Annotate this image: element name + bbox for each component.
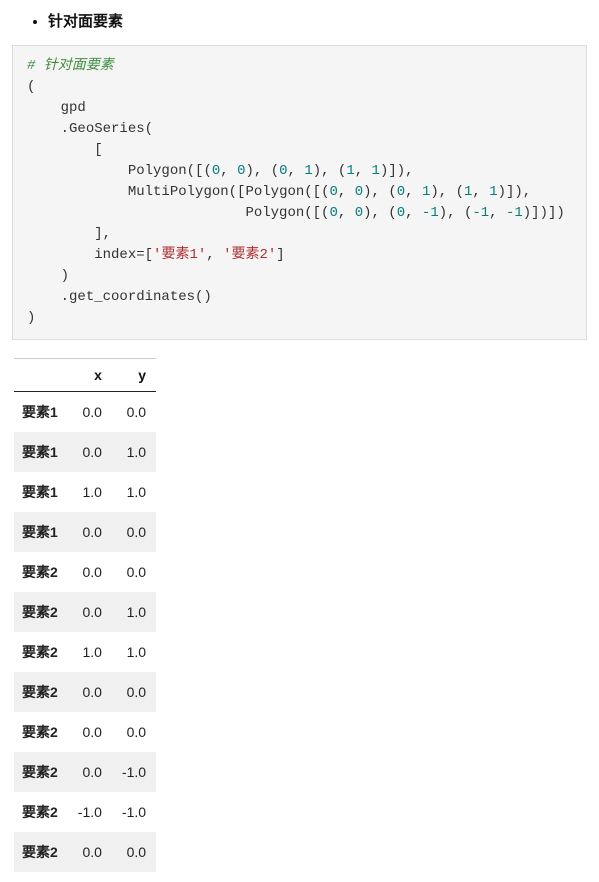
table-cell-y: 0.0: [112, 552, 156, 592]
code-num: -1: [472, 205, 489, 221]
code-num: 0: [330, 184, 338, 200]
table-cell-y: 0.0: [112, 392, 156, 433]
table-cell-index: 要素2: [14, 832, 68, 872]
table-cell-x: 0.0: [68, 392, 112, 433]
code-num: 0: [355, 205, 363, 221]
output-table: x y 要素10.00.0要素10.01.0要素11.01.0要素10.00.0…: [14, 358, 156, 872]
table-row: 要素20.00.0: [14, 672, 156, 712]
table-row: 要素10.00.0: [14, 512, 156, 552]
table-cell-index: 要素2: [14, 552, 68, 592]
table-header-index: [14, 359, 68, 392]
code-num: 1: [422, 184, 430, 200]
table-cell-y: 1.0: [112, 592, 156, 632]
table-row: 要素21.01.0: [14, 632, 156, 672]
code-num: -1: [422, 205, 439, 221]
code-block: # 针对面要素 ( gpd .GeoSeries( [ Polygon([(0,…: [12, 45, 587, 340]
code-num: -1: [506, 205, 523, 221]
table-header-y: y: [112, 359, 156, 392]
table-cell-x: -1.0: [68, 792, 112, 832]
table-cell-index: 要素2: [14, 752, 68, 792]
table-cell-x: 0.0: [68, 512, 112, 552]
table-header-x: x: [68, 359, 112, 392]
code-num: 0: [212, 163, 220, 179]
code-token-polygon: Polygon: [245, 184, 304, 200]
code-num: 1: [346, 163, 354, 179]
table-cell-x: 0.0: [68, 592, 112, 632]
code-num: 1: [464, 184, 472, 200]
code-num: 0: [329, 205, 337, 221]
table-header-row: x y: [14, 359, 156, 392]
code-comment: # 针对面要素: [27, 58, 114, 74]
table-cell-x: 1.0: [68, 632, 112, 672]
code-num: 1: [304, 163, 312, 179]
table-row: 要素2-1.0-1.0: [14, 792, 156, 832]
code-str: '要素1': [153, 247, 206, 263]
table-cell-index: 要素1: [14, 512, 68, 552]
code-token-polygon: Polygon: [128, 163, 187, 179]
table-cell-x: 0.0: [68, 432, 112, 472]
table-cell-x: 0.0: [68, 832, 112, 872]
table-body: 要素10.00.0要素10.01.0要素11.01.0要素10.00.0要素20…: [14, 392, 156, 873]
table-cell-y: -1.0: [112, 752, 156, 792]
table-cell-index: 要素2: [14, 792, 68, 832]
code-num: 0: [397, 184, 405, 200]
table-cell-x: 0.0: [68, 672, 112, 712]
table-cell-y: 0.0: [112, 512, 156, 552]
table-cell-y: 0.0: [112, 712, 156, 752]
code-num: 1: [489, 184, 497, 200]
code-num: 0: [237, 163, 245, 179]
table-cell-x: 1.0: [68, 472, 112, 512]
table-cell-index: 要素2: [14, 592, 68, 632]
table-cell-index: 要素2: [14, 632, 68, 672]
table-cell-x: 0.0: [68, 712, 112, 752]
code-num: 0: [355, 184, 363, 200]
code-token-gpd: gpd: [61, 100, 86, 116]
table-cell-y: 0.0: [112, 832, 156, 872]
code-token-getcoords: .get_coordinates(): [61, 289, 212, 305]
table-row: 要素10.01.0: [14, 432, 156, 472]
table-cell-y: 1.0: [112, 632, 156, 672]
code-token-geoseries: .GeoSeries(: [61, 121, 153, 137]
table-cell-x: 0.0: [68, 552, 112, 592]
code-token-multipolygon: MultiPolygon: [128, 184, 229, 200]
table-cell-index: 要素1: [14, 472, 68, 512]
table-row: 要素20.00.0: [14, 552, 156, 592]
code-token-polygon: Polygon: [245, 205, 304, 221]
table-row: 要素20.00.0: [14, 832, 156, 872]
table-cell-y: 1.0: [112, 432, 156, 472]
bullet-item: 针对面要素: [48, 10, 587, 31]
bullet-list: 针对面要素: [12, 10, 587, 31]
table-row: 要素20.00.0: [14, 712, 156, 752]
table-row: 要素11.01.0: [14, 472, 156, 512]
table-cell-y: -1.0: [112, 792, 156, 832]
table-cell-index: 要素2: [14, 712, 68, 752]
table-cell-index: 要素2: [14, 672, 68, 712]
table-row: 要素20.01.0: [14, 592, 156, 632]
table-cell-index: 要素1: [14, 392, 68, 433]
table-row: 要素10.00.0: [14, 392, 156, 433]
table-cell-index: 要素1: [14, 432, 68, 472]
table-cell-y: 0.0: [112, 672, 156, 712]
table-row: 要素20.0-1.0: [14, 752, 156, 792]
code-token-index: index: [94, 247, 136, 263]
table-cell-y: 1.0: [112, 472, 156, 512]
code-num: 0: [279, 163, 287, 179]
code-num: 0: [397, 205, 405, 221]
code-num: 1: [372, 163, 380, 179]
table-cell-x: 0.0: [68, 752, 112, 792]
code-str: '要素2': [223, 247, 276, 263]
